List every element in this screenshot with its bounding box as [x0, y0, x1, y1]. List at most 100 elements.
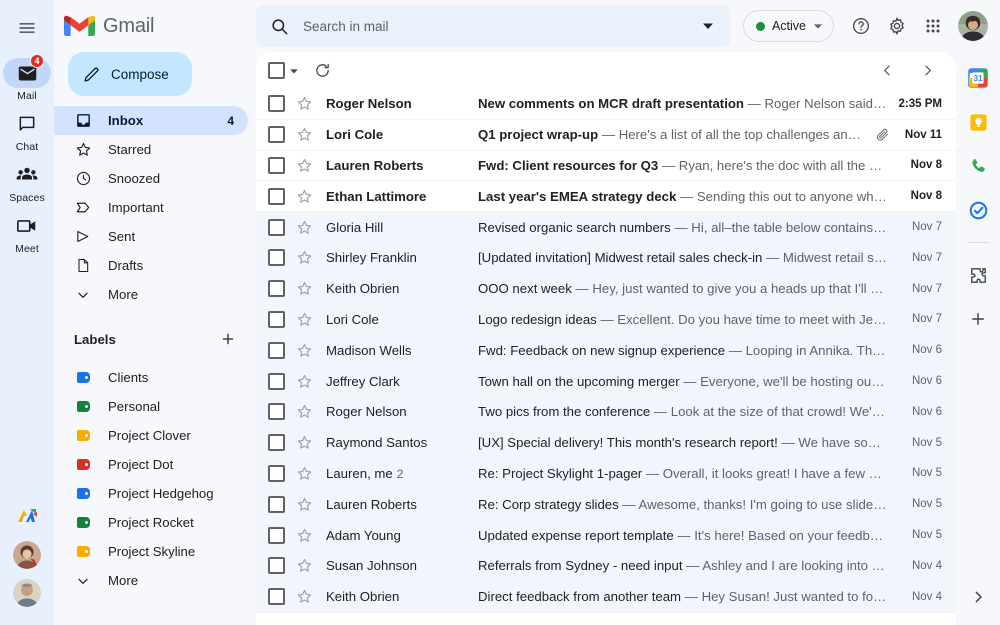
- search-bar[interactable]: [256, 5, 730, 47]
- email-select-checkbox[interactable]: [268, 218, 285, 236]
- star-icon[interactable]: [295, 279, 314, 298]
- star-icon[interactable]: [295, 556, 314, 575]
- star-icon[interactable]: [295, 433, 314, 452]
- search-input[interactable]: [303, 18, 680, 34]
- add-ons-puzzle-icon[interactable]: [964, 261, 992, 289]
- star-icon[interactable]: [295, 372, 314, 391]
- rail-item-spaces[interactable]: Spaces: [3, 158, 51, 204]
- sidebar-item-snoozed[interactable]: Snoozed: [54, 164, 248, 193]
- add-plus-icon[interactable]: [964, 305, 992, 333]
- email-select-checkbox[interactable]: [268, 372, 285, 390]
- star-icon[interactable]: [295, 464, 314, 483]
- gear-settings-icon[interactable]: [880, 9, 914, 43]
- chevron-right-icon[interactable]: [912, 56, 942, 86]
- email-row[interactable]: Ethan Lattimore Last year's EMEA strategy…: [256, 181, 956, 213]
- sidebar-label-item[interactable]: Project Clover: [54, 421, 248, 450]
- email-row[interactable]: Lauren, me 2 Re: Project Skylight 1-pager …: [256, 458, 956, 490]
- google-contacts-phone-icon[interactable]: [964, 152, 992, 180]
- email-select-checkbox[interactable]: [268, 434, 285, 452]
- plus-icon[interactable]: [218, 329, 238, 349]
- email-row[interactable]: Keith Obrien OOO next week — Hey, just wa…: [256, 273, 956, 305]
- sidebar-label-item[interactable]: Project Dot: [54, 450, 248, 479]
- star-icon[interactable]: [295, 341, 314, 360]
- email-select-checkbox[interactable]: [268, 526, 285, 544]
- email-select-checkbox[interactable]: [268, 249, 285, 267]
- email-row[interactable]: Keith Obrien Direct feedback from another…: [256, 581, 956, 613]
- email-select-checkbox[interactable]: [268, 464, 285, 482]
- compose-button[interactable]: Compose: [68, 52, 192, 96]
- sidebar-item-inbox[interactable]: Inbox 4: [54, 106, 248, 135]
- sidebar-label-item[interactable]: Personal: [54, 392, 248, 421]
- star-icon[interactable]: [295, 495, 314, 514]
- star-icon[interactable]: [295, 587, 314, 606]
- sidebar-item-important[interactable]: Important: [54, 193, 248, 222]
- avatar-contact-1[interactable]: [13, 541, 41, 569]
- email-row[interactable]: Shirley Franklin [Updated invitation] Mid…: [256, 242, 956, 274]
- star-icon[interactable]: [295, 94, 314, 113]
- rail-item-mail[interactable]: 4 Mail: [3, 54, 51, 102]
- refresh-icon[interactable]: [307, 56, 337, 86]
- email-select-checkbox[interactable]: [268, 557, 285, 575]
- sidebar-item-sent[interactable]: Sent: [54, 222, 248, 251]
- email-select-checkbox[interactable]: [268, 341, 285, 359]
- status-badge[interactable]: Active: [742, 10, 834, 42]
- email-select-checkbox[interactable]: [268, 280, 285, 298]
- google-tasks-icon[interactable]: [964, 196, 992, 224]
- chevron-left-icon[interactable]: [872, 56, 902, 86]
- email-row[interactable]: Lori Cole Q1 project wrap-up — Here's a l…: [256, 119, 956, 151]
- star-icon[interactable]: [295, 310, 314, 329]
- user-account-avatar[interactable]: [958, 11, 988, 41]
- avatar-contact-2[interactable]: [13, 579, 41, 607]
- email-row[interactable]: Lauren Roberts Re: Corp strategy slides —…: [256, 489, 956, 521]
- star-icon[interactable]: [295, 156, 314, 175]
- email-select-checkbox[interactable]: [268, 495, 285, 513]
- star-icon[interactable]: [295, 187, 314, 206]
- rail-item-meet[interactable]: Meet: [3, 209, 51, 255]
- apps-grid-icon[interactable]: [916, 9, 950, 43]
- email-row[interactable]: Lauren Roberts Fwd: Client resources for …: [256, 150, 956, 182]
- email-select-checkbox[interactable]: [268, 310, 285, 328]
- google-keep-icon[interactable]: [964, 108, 992, 136]
- email-select-checkbox[interactable]: [268, 403, 285, 421]
- email-row[interactable]: Susan Johnson Referrals from Sydney - nee…: [256, 550, 956, 582]
- star-icon[interactable]: [295, 402, 314, 421]
- star-icon[interactable]: [295, 248, 314, 267]
- help-question-icon[interactable]: [844, 9, 878, 43]
- sidebar-label-item[interactable]: Project Hedgehog: [54, 479, 248, 508]
- email-select-checkbox[interactable]: [268, 156, 285, 174]
- sidebar-labels-more[interactable]: More: [54, 566, 248, 595]
- email-row[interactable]: Roger Nelson New comments on MCR draft pr…: [256, 89, 956, 120]
- email-row[interactable]: Lori Cole Logo redesign ideas — Excellent…: [256, 304, 956, 336]
- star-icon[interactable]: [295, 526, 314, 545]
- chevron-right-expand-icon[interactable]: [964, 583, 992, 611]
- email-select-checkbox[interactable]: [268, 588, 285, 606]
- select-all-checkbox[interactable]: [268, 62, 285, 79]
- email-row[interactable]: Roger Nelson Two pics from the conference…: [256, 396, 956, 428]
- star-icon[interactable]: [295, 125, 314, 144]
- rail-item-chat[interactable]: Chat: [3, 107, 51, 153]
- select-all-dropdown-chevron-icon[interactable]: [285, 62, 303, 80]
- sidebar-label-item[interactable]: Project Skyline: [54, 537, 248, 566]
- email-select-checkbox[interactable]: [268, 95, 285, 113]
- email-row[interactable]: Jeffrey Clark Town hall on the upcoming m…: [256, 366, 956, 397]
- sidebar-label-item[interactable]: Project Rocket: [54, 508, 248, 537]
- star-icon[interactable]: [295, 218, 314, 237]
- email-row[interactable]: Madison Wells Fwd: Feedback on new signup…: [256, 335, 956, 367]
- brand-header[interactable]: Gmail: [54, 0, 256, 52]
- sidebar-label-inbox: Inbox: [108, 113, 144, 128]
- hamburger-menu-icon[interactable]: [7, 8, 47, 48]
- search-options-chevron-icon[interactable]: [694, 12, 722, 40]
- google-calendar-icon[interactable]: 31: [964, 64, 992, 92]
- email-row[interactable]: Gloria Hill Revised organic search number…: [256, 212, 956, 243]
- sidebar-item-more[interactable]: More: [54, 280, 248, 309]
- email-select-checkbox[interactable]: [268, 126, 285, 144]
- sidebar-label-starred: Starred: [108, 142, 152, 157]
- email-snippet: Hey, just wanted to give you a heads up …: [592, 281, 898, 297]
- sidebar-item-starred[interactable]: Starred: [54, 135, 248, 164]
- email-row[interactable]: Adam Young Updated expense report templat…: [256, 520, 956, 551]
- workspace-logo-icon[interactable]: [13, 503, 41, 531]
- sidebar-item-drafts[interactable]: Drafts: [54, 251, 248, 280]
- email-row[interactable]: Raymond Santos [UX] Special delivery! Thi…: [256, 427, 956, 459]
- email-select-checkbox[interactable]: [268, 187, 285, 205]
- sidebar-label-item[interactable]: Clients: [54, 363, 248, 392]
